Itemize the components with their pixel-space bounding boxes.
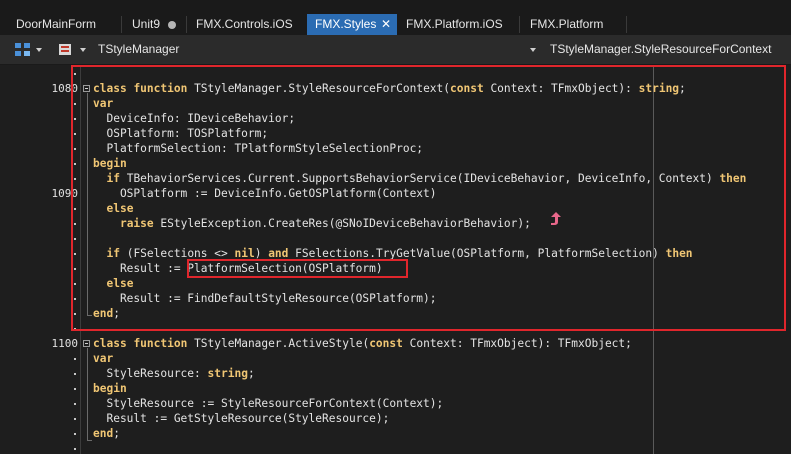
class-browser-icon[interactable]	[58, 42, 74, 58]
gutter-dot	[74, 358, 76, 360]
code-line: class function TStyleManager.ActiveStyle…	[93, 336, 632, 351]
code-text: Context: TFmxObject): TFmxObject;	[402, 337, 632, 350]
code-editor[interactable]: 1080 1090 1100 class function TStyleMana…	[0, 65, 791, 454]
code-text: StyleResource:	[93, 367, 208, 380]
tab-label: DoorMainForm	[16, 17, 97, 31]
chevron-down-icon[interactable]	[36, 48, 42, 52]
fold-guide	[87, 348, 88, 440]
tab-label: FMX.Styles	[315, 17, 377, 31]
tab-label: FMX.Platform.iOS	[406, 17, 503, 31]
line-number: 1100	[51, 337, 79, 350]
chevron-down-icon[interactable]	[80, 48, 86, 52]
chevron-down-icon[interactable]	[530, 48, 536, 52]
code-keyword: function	[133, 337, 188, 350]
tab-doormainform[interactable]: DoorMainForm	[8, 14, 120, 35]
tab-label: FMX.Platform	[530, 17, 604, 31]
method-selector[interactable]: TStyleManager.StyleResourceForContext	[550, 35, 771, 64]
gutter-dot	[74, 418, 76, 420]
code-text: Result := GetStyleResource(StyleResource…	[93, 412, 390, 425]
code-keyword: class	[93, 337, 127, 350]
code-line: StyleResource := StyleResourceForContext…	[93, 396, 443, 411]
close-tab-icon[interactable]: ✕	[381, 14, 391, 35]
tab-label: FMX.Controls.iOS	[196, 17, 293, 31]
code-text: TStyleManager.ActiveStyle(	[187, 337, 370, 350]
code-line: var	[93, 351, 113, 366]
tab-fmx-platform-ios[interactable]: FMX.Platform.iOS	[398, 14, 518, 35]
code-keyword: string	[207, 367, 248, 380]
code-line: StyleResource: string;	[93, 366, 255, 381]
tab-unit9[interactable]: Unit9	[124, 14, 186, 35]
tab-divider	[121, 16, 122, 33]
gutter-dot	[74, 373, 76, 375]
modified-dot-icon	[168, 21, 176, 29]
gutter-dot	[74, 448, 76, 450]
gutter-dot	[74, 433, 76, 435]
tab-divider	[519, 16, 520, 33]
tab-divider	[626, 16, 627, 33]
tab-fmx-controls-ios[interactable]: FMX.Controls.iOS	[188, 14, 305, 35]
code-line: end;	[93, 426, 120, 441]
code-keyword: var	[93, 352, 114, 365]
tab-fmx-platform[interactable]: FMX.Platform	[522, 14, 622, 35]
gutter-dot	[74, 403, 76, 405]
code-line: begin	[93, 381, 127, 396]
annotation-box-method	[71, 65, 786, 331]
code-keyword: const	[369, 337, 403, 350]
code-text: ;	[113, 427, 120, 440]
annotation-box-call	[187, 259, 408, 278]
class-selector[interactable]: TStyleManager	[98, 35, 179, 64]
tab-label: Unit9	[132, 17, 161, 31]
gutter-dot	[74, 388, 76, 390]
code-text: ;	[247, 367, 255, 380]
fold-guide-end	[87, 440, 92, 441]
editor-toolbar: TStyleManager TStyleManager.StyleResourc…	[0, 35, 791, 65]
code-keyword: begin	[93, 382, 127, 395]
structure-view-icon[interactable]	[14, 42, 32, 58]
editor-tab-bar: DoorMainForm Unit9 FMX.Controls.iOS FMX.…	[0, 0, 791, 35]
fold-toggle-icon[interactable]	[83, 340, 90, 347]
code-text: StyleResource := StyleResourceForContext…	[93, 397, 444, 410]
tab-divider	[186, 16, 187, 33]
code-line: Result := GetStyleResource(StyleResource…	[93, 411, 389, 426]
code-keyword: end	[93, 427, 114, 440]
